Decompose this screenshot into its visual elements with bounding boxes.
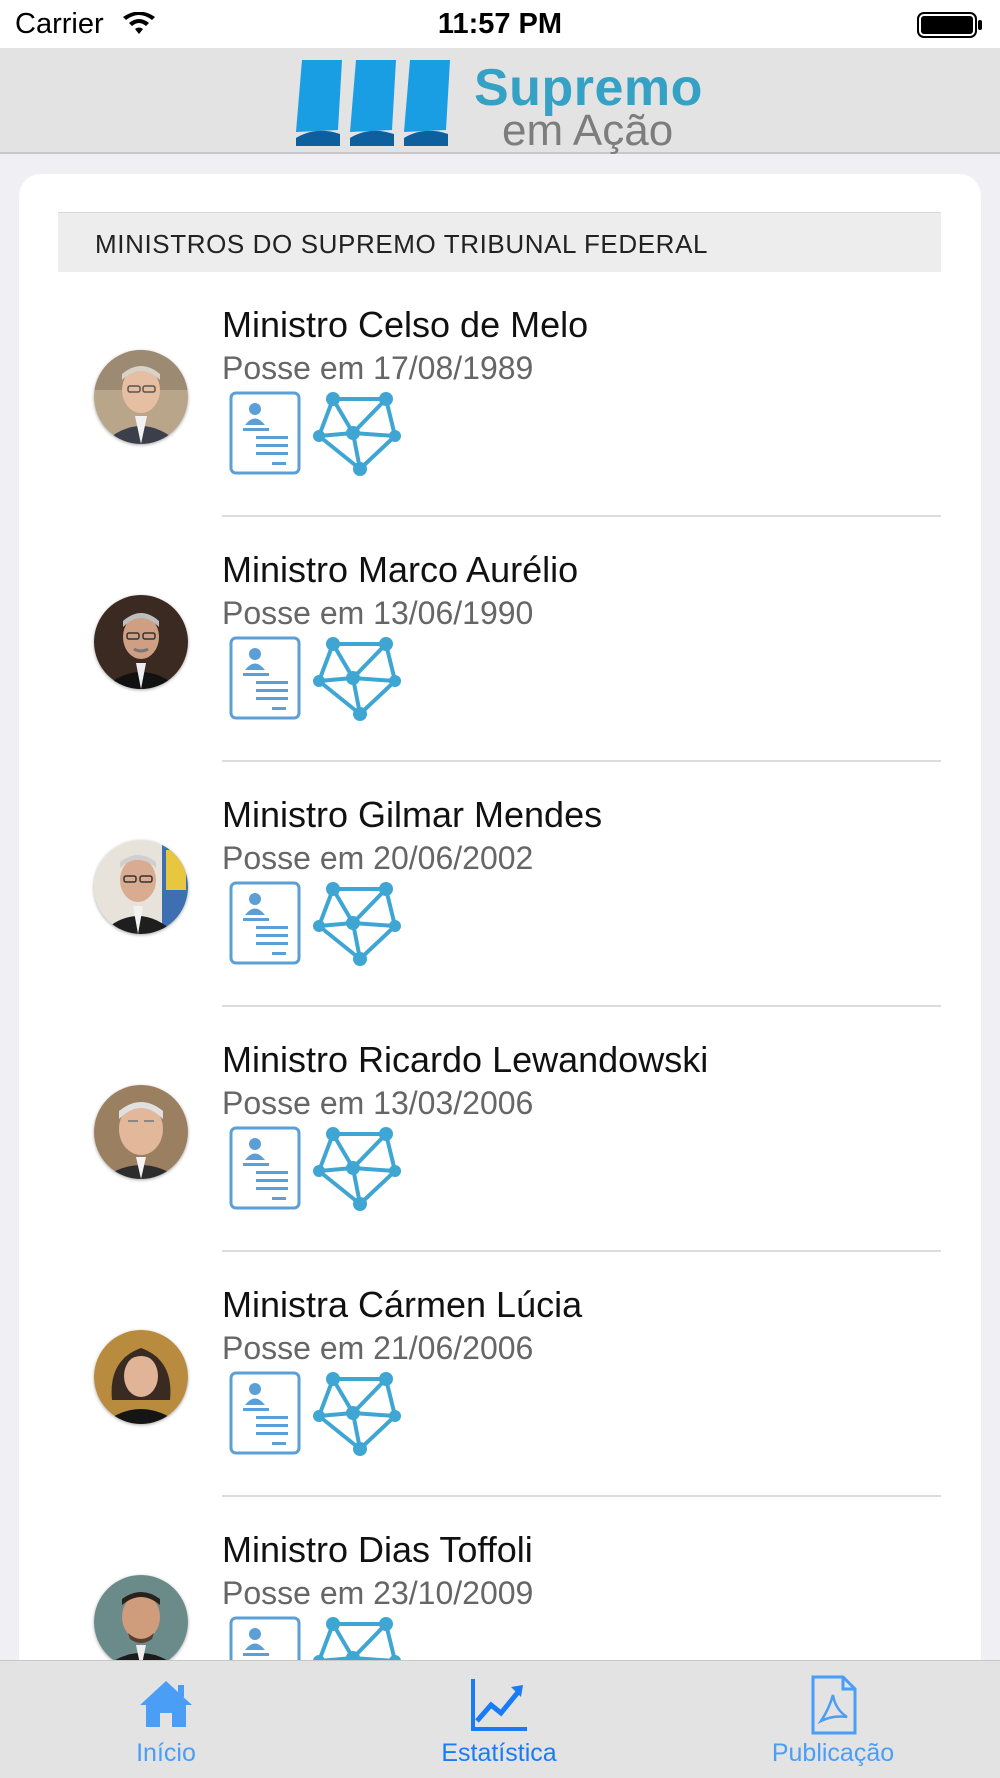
home-icon bbox=[140, 1681, 192, 1727]
minister-name: Ministro Ricardo Lewandowski bbox=[222, 1039, 709, 1080]
tab-publicacao[interactable]: Publicação bbox=[733, 1661, 933, 1778]
minister-name: Ministra Cármen Lúcia bbox=[222, 1284, 583, 1325]
network-graph-icon[interactable] bbox=[313, 1370, 401, 1458]
biography-document-icon[interactable] bbox=[228, 1615, 302, 1660]
network-graph-icon[interactable] bbox=[313, 880, 401, 968]
section-header: MINISTROS DO SUPREMO TRIBUNAL FEDERAL bbox=[58, 212, 941, 272]
minister-name: Ministro Dias Toffoli bbox=[222, 1529, 533, 1570]
minister-name: Ministro Celso de Melo bbox=[222, 304, 589, 345]
tab-label: Estatística bbox=[441, 1739, 557, 1767]
network-graph-icon[interactable] bbox=[313, 1125, 401, 1213]
pdf-document-icon bbox=[811, 1675, 857, 1735]
app-header: Supremo em Ação bbox=[0, 48, 1000, 155]
tab-label: Publicação bbox=[771, 1739, 895, 1767]
network-graph-icon[interactable] bbox=[313, 390, 401, 478]
minister-row[interactable]: Ministra Cármen Lúcia Posse em 21/06/200… bbox=[19, 1252, 981, 1497]
minister-posse-date: Posse em 21/06/2006 bbox=[222, 1330, 534, 1366]
minister-avatar bbox=[94, 1575, 188, 1660]
logo-subtitle: em Ação bbox=[502, 106, 674, 155]
minister-row[interactable]: Ministro Dias Toffoli Posse em 23/10/200… bbox=[19, 1497, 981, 1660]
minister-name: Ministro Marco Aurélio bbox=[222, 549, 579, 590]
tab-label: Início bbox=[136, 1739, 196, 1767]
chart-trend-icon bbox=[471, 1679, 527, 1731]
minister-avatar bbox=[94, 840, 188, 934]
minister-row[interactable]: Ministro Gilmar Mendes Posse em 20/06/20… bbox=[19, 762, 981, 1007]
logo-mark-icon bbox=[296, 60, 450, 146]
minister-avatar bbox=[94, 1330, 188, 1424]
tab-bar: Início Estatística Publicação bbox=[0, 1660, 1000, 1778]
ministers-list[interactable]: Ministro Celso de Melo Posse em 17/08/19… bbox=[19, 272, 981, 1660]
minister-avatar bbox=[94, 595, 188, 689]
tab-estatistica[interactable]: Estatística bbox=[399, 1661, 599, 1778]
status-bar: Carrier 11:57 PM bbox=[0, 0, 1000, 48]
minister-row[interactable]: Ministro Celso de Melo Posse em 17/08/19… bbox=[19, 272, 981, 517]
tab-inicio[interactable]: Início bbox=[66, 1661, 266, 1778]
biography-document-icon[interactable] bbox=[228, 1370, 302, 1456]
minister-row[interactable]: Ministro Marco Aurélio Posse em 13/06/19… bbox=[19, 517, 981, 762]
minister-posse-date: Posse em 13/06/1990 bbox=[222, 595, 534, 631]
supremo-em-acao-logo: Supremo em Ação bbox=[296, 59, 716, 155]
section-title: MINISTROS DO SUPREMO TRIBUNAL FEDERAL bbox=[95, 229, 709, 259]
minister-avatar bbox=[94, 1085, 188, 1179]
network-graph-icon[interactable] bbox=[313, 1615, 401, 1660]
minister-posse-date: Posse em 17/08/1989 bbox=[222, 350, 534, 386]
clock-time: 11:57 PM bbox=[437, 8, 563, 40]
minister-row[interactable]: Ministro Ricardo Lewandowski Posse em 13… bbox=[19, 1007, 981, 1252]
biography-document-icon[interactable] bbox=[228, 390, 302, 476]
battery-icon bbox=[917, 12, 982, 38]
app-screen: Carrier 11:57 PM Supremo em Ação MINISTR… bbox=[0, 0, 1000, 1778]
network-graph-icon[interactable] bbox=[313, 635, 401, 723]
minister-posse-date: Posse em 13/03/2006 bbox=[222, 1085, 534, 1121]
ministers-card: MINISTROS DO SUPREMO TRIBUNAL FEDERAL Mi… bbox=[19, 174, 981, 1774]
minister-name: Ministro Gilmar Mendes bbox=[222, 794, 603, 835]
minister-posse-date: Posse em 20/06/2002 bbox=[222, 840, 534, 876]
biography-document-icon[interactable] bbox=[228, 1125, 302, 1211]
biography-document-icon[interactable] bbox=[228, 635, 302, 721]
minister-posse-date: Posse em 23/10/2009 bbox=[222, 1575, 534, 1611]
minister-avatar bbox=[94, 350, 188, 444]
biography-document-icon[interactable] bbox=[228, 880, 302, 966]
